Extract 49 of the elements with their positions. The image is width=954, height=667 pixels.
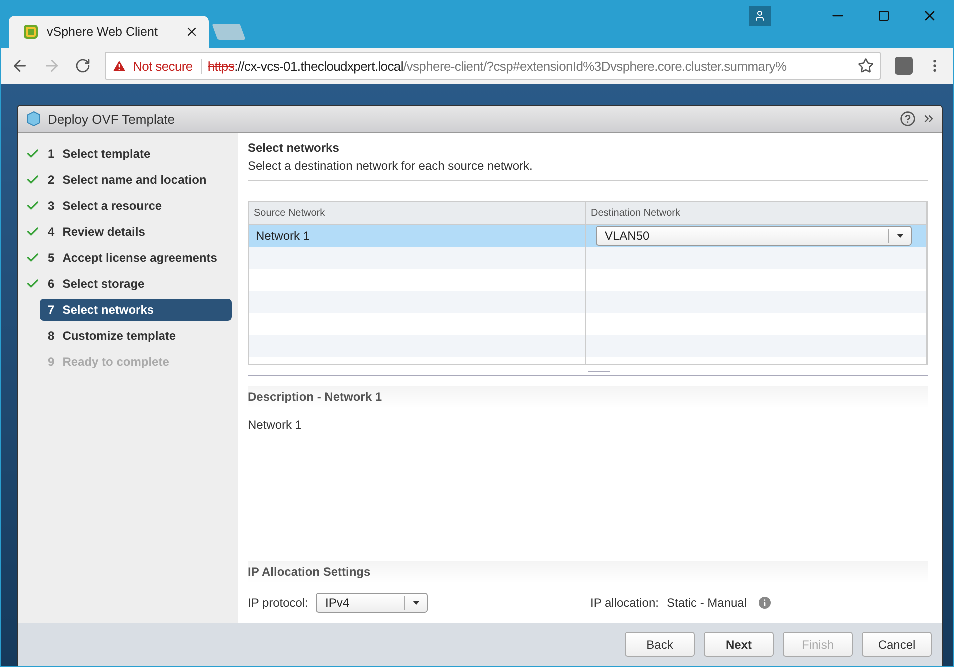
check-icon <box>26 277 40 291</box>
field-label: IP allocation: <box>590 596 659 610</box>
description-text: Network 1 <box>248 418 304 434</box>
wizard-step[interactable]: 5 Accept license agreements <box>24 247 232 269</box>
field-value: Static - Manual <box>666 596 748 610</box>
field-label: IP protocol: <box>248 596 308 610</box>
table-row[interactable]: Network 1 VLAN50 <box>249 225 927 247</box>
check-icon <box>26 147 40 161</box>
close-icon[interactable] <box>185 25 199 39</box>
vsphere-logo-icon <box>23 24 39 40</box>
package-icon <box>26 111 42 127</box>
profile-button[interactable] <box>749 6 771 26</box>
dialog-button[interactable]: Next <box>704 632 774 657</box>
check-icon <box>26 225 40 239</box>
page-title: Select networks <box>248 141 340 155</box>
column-header[interactable]: Destination Network <box>586 202 927 224</box>
check-icon <box>26 199 40 213</box>
page-subtitle: Select a destination network for each source network. <box>248 159 928 181</box>
wizard-step[interactable]: 1 Select template <box>24 143 232 165</box>
wizard-step[interactable]: 4 Review details <box>24 221 232 243</box>
reload-icon[interactable] <box>75 58 91 74</box>
wizard-step[interactable]: 8 Customize template <box>24 325 232 347</box>
dialog-title: Deploy OVF Template <box>48 112 176 126</box>
maximize-icon[interactable] <box>878 10 890 22</box>
wizard-step[interactable]: 2 Select name and location <box>24 169 232 191</box>
address-field[interactable]: Not secure https://cx-vcs-01.thecloudxpert.local/vsphere-client/?csp#extensionId%3Dvsphere.core.cluster.summary% <box>105 52 881 80</box>
back-icon[interactable] <box>11 57 29 75</box>
wizard-step[interactable]: 6 Select storage <box>24 273 232 295</box>
dialog-button[interactable]: Back <box>625 632 695 657</box>
column-header[interactable]: Source Network <box>249 202 586 224</box>
tab-title: vSphere Web Client <box>47 25 159 39</box>
check-icon <box>26 173 40 187</box>
help-icon[interactable] <box>900 111 916 127</box>
browser-tab[interactable]: vSphere Web Client <box>9 16 209 48</box>
wizard-step[interactable]: 7 Select networks <box>40 299 232 321</box>
check-icon <box>26 251 40 265</box>
extension-icon[interactable] <box>895 57 913 75</box>
network-dropdown[interactable]: VLAN50 <box>596 226 912 246</box>
caret-icon <box>412 601 420 605</box>
caret-icon <box>896 234 904 238</box>
wizard-step[interactable]: 3 Select a resource <box>24 195 232 217</box>
info-icon[interactable] <box>757 595 774 611</box>
dialog-button[interactable]: Cancel <box>862 632 932 657</box>
star-icon[interactable] <box>858 58 874 74</box>
protocol-dropdown[interactable]: IPv4 <box>316 593 428 613</box>
user-icon <box>754 10 766 22</box>
url-text: https://cx-vcs-01.thecloudxpert.local/vsphere-client/?csp#extensionId%3Dvsphere.core.cluster.summary% <box>208 58 788 74</box>
security-label[interactable]: Not secure <box>112 58 202 74</box>
warning-icon <box>112 58 127 74</box>
